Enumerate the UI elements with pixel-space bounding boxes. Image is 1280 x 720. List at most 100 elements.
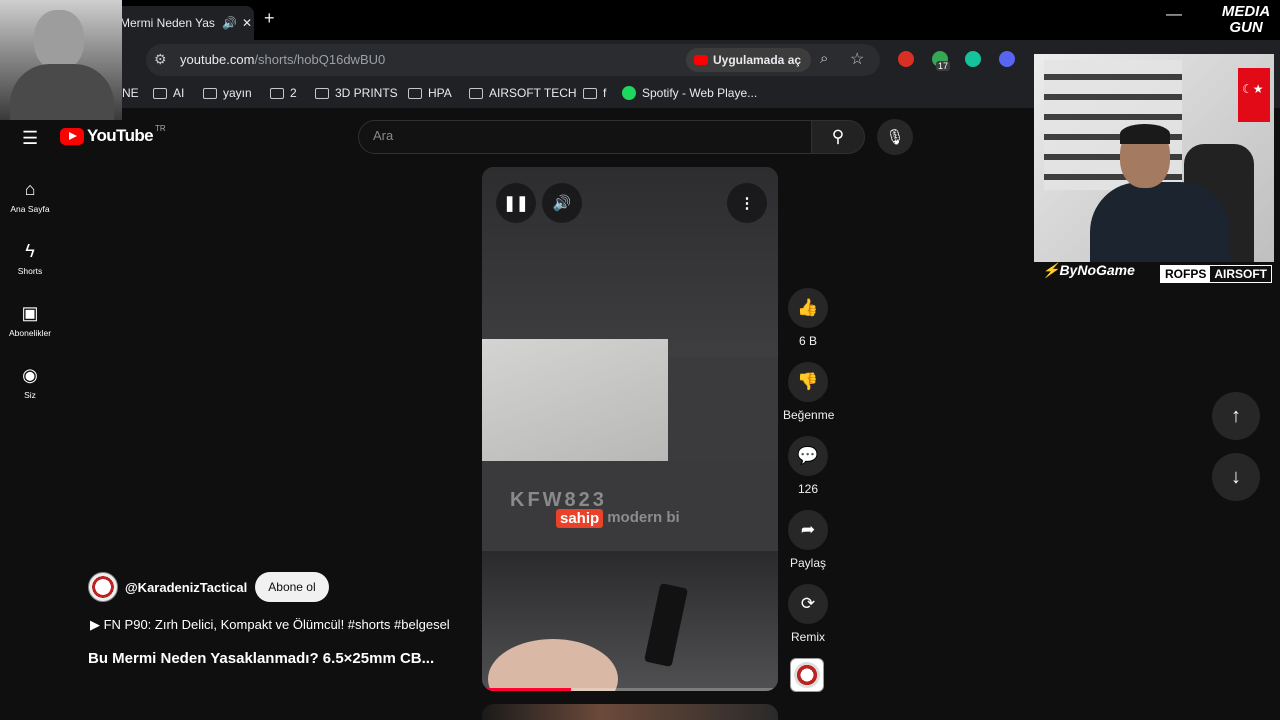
grammarly-icon[interactable] xyxy=(965,51,981,67)
search-button[interactable]: ⚲ xyxy=(811,120,865,154)
share-label: Paylaş xyxy=(789,556,827,570)
volume-button[interactable]: 🔊 xyxy=(542,183,582,223)
remix-button[interactable]: ⟳ Remix xyxy=(783,584,833,644)
bookmark-folder[interactable]: HPA xyxy=(408,86,452,100)
pause-button[interactable]: ❚❚ xyxy=(496,183,536,223)
sidebar-item-label: Siz xyxy=(24,390,36,400)
voice-search-button[interactable]: 🎙 xyxy=(877,119,913,155)
bynogame-mark-icon: ⚡ xyxy=(1042,262,1060,278)
video-title[interactable]: Bu Mermi Neden Yasaklanmadı? 6.5×25mm CB… xyxy=(88,650,434,667)
bookmark-label: 3D PRINTS xyxy=(335,86,398,100)
sponsor-name: ByNoGame xyxy=(1059,262,1135,278)
youtube-logo[interactable]: YouTube TR xyxy=(60,123,166,146)
folder-icon xyxy=(583,87,597,99)
url-text[interactable]: youtube.com/shorts/hobQ16dwBU0 xyxy=(180,52,385,67)
bookmark-label: HPA xyxy=(428,86,452,100)
portrait-head xyxy=(34,10,84,70)
tab-title: Mermi Neden Yas xyxy=(120,16,215,30)
video-pistol-slide xyxy=(482,339,668,461)
dislike-label: Beğenme xyxy=(783,408,835,422)
caption-highlight: sahip xyxy=(556,509,604,528)
webcam-torso xyxy=(1090,182,1230,262)
previous-video-button[interactable]: ↑ xyxy=(1212,392,1260,440)
next-video-button[interactable]: ↓ xyxy=(1212,453,1260,501)
bookmark-label: f xyxy=(603,86,607,100)
address-bar[interactable]: ⚙ youtube.com/shorts/hobQ16dwBU0 Uygulam… xyxy=(146,44,880,76)
search-icon: ⚲ xyxy=(831,127,845,146)
bookmark-star-icon[interactable]: ☆ xyxy=(850,49,864,69)
streamer-webcam xyxy=(1034,54,1274,262)
discord-icon[interactable] xyxy=(999,51,1015,67)
remix-label: Remix xyxy=(790,630,825,644)
webcam-person xyxy=(1090,124,1230,262)
sidebar-item-shorts[interactable]: ϟ Shorts xyxy=(2,240,58,276)
bookmark-item[interactable]: NE xyxy=(122,86,139,100)
zoom-icon[interactable]: ⌕ xyxy=(820,50,828,67)
bookmark-label: yayın xyxy=(223,86,252,100)
menu-icon[interactable]: ☰ xyxy=(22,128,38,149)
caption-rest: modern bi xyxy=(607,509,680,526)
region-code: TR xyxy=(155,123,166,133)
folder-icon xyxy=(203,87,217,99)
minimize-button[interactable]: — xyxy=(1166,6,1182,24)
comments-button[interactable]: 💬 126 xyxy=(783,436,833,496)
new-tab-button[interactable]: + xyxy=(264,8,275,29)
folder-icon xyxy=(469,87,483,99)
bookmark-label: AI xyxy=(173,86,185,100)
youtube-play-icon xyxy=(60,127,84,145)
share-button[interactable]: ➦ Paylaş xyxy=(783,510,833,570)
next-video-preview[interactable] xyxy=(482,704,778,720)
bookmark-folder[interactable]: 2 xyxy=(270,86,297,100)
subscribe-button[interactable]: Abone ol xyxy=(255,572,329,602)
volume-icon: 🔊 xyxy=(552,195,572,212)
browser-tab[interactable]: Mermi Neden Yas 🔊 ✕ xyxy=(112,6,254,40)
remix-icon: ⟳ xyxy=(788,584,828,624)
youtube-wordmark: YouTube xyxy=(87,126,154,145)
browser-tabstrip: Mermi Neden Yas 🔊 ✕ + — xyxy=(0,0,1280,40)
play-icon: ▶ xyxy=(90,617,104,632)
sidebar-item-home[interactable]: ⌂ Ana Sayfa xyxy=(2,178,58,214)
extension-red-icon[interactable] xyxy=(898,51,914,67)
channel-avatar-button[interactable] xyxy=(790,658,824,692)
playlist-link[interactable]: ▶ FN P90: Zırh Delici, Kompakt ve Ölümcü… xyxy=(90,617,450,633)
folder-icon xyxy=(408,87,422,99)
bookmark-label: NE xyxy=(122,86,139,100)
channel-avatar[interactable] xyxy=(88,572,118,602)
shorts-video-player[interactable]: KFW823 sahip modern bi ❚❚ 🔊 ⋮ xyxy=(482,167,778,691)
video-progress-bar[interactable] xyxy=(482,688,778,691)
playlist-title: FN P90: Zırh Delici, Kompakt ve Ölümcül!… xyxy=(103,617,450,632)
more-options-button[interactable]: ⋮ xyxy=(727,183,767,223)
youtube-icon xyxy=(694,55,708,65)
sidebar-item-label: Ana Sayfa xyxy=(10,204,50,214)
sidebar-item-label: Abonelikler xyxy=(8,328,52,338)
folder-icon xyxy=(153,87,167,99)
portrait-body xyxy=(10,64,114,120)
site-info-icon[interactable]: ⚙ xyxy=(154,51,167,68)
bookmark-folder[interactable]: 3D PRINTS xyxy=(315,86,398,100)
speaker-icon[interactable]: 🔊 xyxy=(222,16,237,30)
like-button[interactable]: 👍 6 B xyxy=(783,288,833,348)
arrow-up-icon: ↑ xyxy=(1231,404,1241,427)
dislike-button[interactable]: 👎 Beğenme xyxy=(783,362,835,422)
bookmark-spotify[interactable]: Spotify - Web Playe... xyxy=(622,86,757,100)
bookmark-folder[interactable]: f xyxy=(583,86,606,100)
sponsor-logo: ⚡ByNoGame xyxy=(1042,262,1135,279)
extension-green-icon[interactable]: 17 xyxy=(932,51,951,71)
webcam-hair xyxy=(1120,124,1170,144)
bookmark-folder[interactable]: AIRSOFT TECH xyxy=(469,86,577,100)
search-input[interactable] xyxy=(373,128,793,143)
bookmark-folder[interactable]: yayın xyxy=(203,86,252,100)
open-in-app-button[interactable]: Uygulamada aç xyxy=(686,48,812,72)
sidebar-item-label: Shorts xyxy=(17,266,43,276)
share-icon: ➦ xyxy=(788,510,828,550)
close-icon[interactable]: ✕ xyxy=(240,16,254,30)
comment-count: 126 xyxy=(797,482,819,496)
home-icon: ⌂ xyxy=(24,179,36,199)
sidebar-item-you[interactable]: ◉ Siz xyxy=(2,364,58,400)
channel-handle[interactable]: @KaradenizTactical xyxy=(125,580,247,595)
turkish-flag xyxy=(1238,68,1270,122)
spotify-icon xyxy=(622,86,636,100)
bookmark-folder[interactable]: AI xyxy=(153,86,184,100)
sidebar-item-subscriptions[interactable]: ▣ Abonelikler xyxy=(2,302,58,338)
like-count: 6 B xyxy=(798,334,817,348)
